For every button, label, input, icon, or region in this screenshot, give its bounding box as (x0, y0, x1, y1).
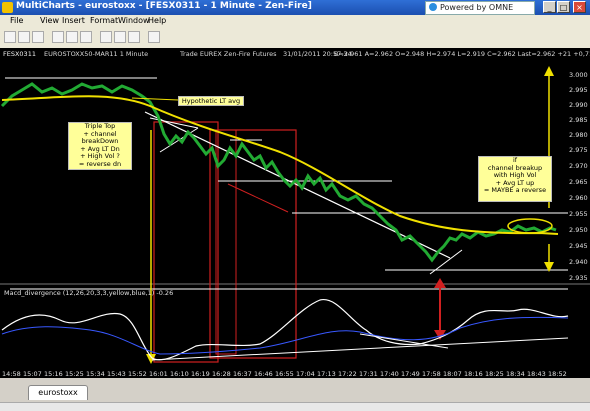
red-box-1 (153, 121, 219, 363)
tab-eurostoxx[interactable]: eurostoxx (28, 385, 88, 400)
channel-breakup-note: if channel breakup with High Vol + Avg L… (478, 156, 552, 202)
time-tick: 16:19 (191, 370, 210, 378)
title-bar: MultiCharts - eurostoxx - [FESX0311 - 1 … (0, 0, 590, 15)
time-tick: 16:28 (212, 370, 231, 378)
indicator-label: Macd_divergence (12,26,20,3,3,yellow,blu… (4, 289, 174, 297)
red-trend-segment (227, 183, 289, 213)
price-tick: 2.990 (569, 101, 588, 109)
cursor-icon[interactable] (52, 31, 64, 43)
time-tick: 18:07 (443, 370, 462, 378)
menu-view[interactable]: View (40, 16, 59, 25)
yellow-arrow-up (544, 66, 554, 76)
time-tick: 18:52 (548, 370, 567, 378)
menu-window[interactable]: Window (118, 16, 150, 25)
price-tick: 2.980 (569, 131, 588, 139)
indicator-icon[interactable] (148, 31, 160, 43)
window-title: MultiCharts - eurostoxx - [FESX0311 - 1 … (16, 1, 312, 11)
toolbar (0, 28, 590, 49)
chart-svg (0, 66, 590, 364)
price-tick: 3.000 (569, 71, 588, 79)
price-tick: 2.965 (569, 178, 588, 186)
time-tick: 17:04 (296, 370, 315, 378)
menu-insert[interactable]: Insert (62, 16, 85, 25)
price-tick: 2.945 (569, 242, 588, 250)
highlight-ellipse (507, 218, 553, 234)
time-tick: 17:22 (338, 370, 357, 378)
time-tick: 16:01 (149, 370, 168, 378)
triple-top-note: Triple Top + channel breakDown + Avg LT … (68, 122, 132, 170)
time-tick: 17:31 (359, 370, 378, 378)
price-tick: 2.960 (569, 194, 588, 202)
minimize-button[interactable]: _ (543, 1, 556, 13)
time-tick: 15:25 (65, 370, 84, 378)
time-tick: 17:49 (401, 370, 420, 378)
note-line: = MAYBE a reverse (483, 186, 547, 194)
price-tick: 2.970 (569, 162, 588, 170)
time-tick: 15:34 (86, 370, 105, 378)
menu-format[interactable]: Format (90, 16, 118, 25)
hypothetic-pointer (131, 97, 179, 101)
time-tick: 15:07 (23, 370, 42, 378)
note-line: + channel breakDown (81, 129, 119, 145)
time-tick: 15:52 (128, 370, 147, 378)
time-tick: 15:16 (44, 370, 63, 378)
time-tick: 15:43 (107, 370, 126, 378)
omne-logo-icon (429, 3, 437, 11)
trendline-icon[interactable] (100, 31, 112, 43)
time-tick: 17:40 (380, 370, 399, 378)
maximize-button[interactable]: □ (557, 1, 570, 13)
price-tick: 2.950 (569, 226, 588, 234)
divergence-line (151, 337, 569, 361)
save-icon[interactable] (32, 31, 44, 43)
multicharts-logo-icon (2, 2, 13, 13)
menu-help[interactable]: Help (148, 16, 166, 25)
time-tick: 17:58 (422, 370, 441, 378)
note-line: = reverse dn (78, 159, 122, 168)
crosshair-icon[interactable] (66, 31, 78, 43)
price-tick: 2.940 (569, 258, 588, 266)
signal-line (1, 316, 569, 355)
time-tick: 14:58 (2, 370, 21, 378)
omne-brand: Powered by OMNE (425, 1, 535, 15)
zoom-icon[interactable] (80, 31, 92, 43)
time-tick: 18:43 (527, 370, 546, 378)
omne-brand-text: Powered by OMNE (440, 3, 514, 12)
price-tick: 2.975 (569, 146, 588, 154)
time-tick: 18:16 (464, 370, 483, 378)
menu-bar: File View Insert Format Window Help (0, 15, 590, 28)
text-tool-icon[interactable] (114, 31, 126, 43)
time-tick: 18:34 (506, 370, 525, 378)
hypothetic-avg-note: Hypothetic LT avg (178, 96, 244, 106)
time-tick: 18:25 (485, 370, 504, 378)
price-series (0, 82, 557, 263)
new-icon[interactable] (4, 31, 16, 43)
open-icon[interactable] (18, 31, 30, 43)
menu-file[interactable]: File (10, 16, 23, 25)
time-tick: 16:46 (254, 370, 273, 378)
rectangle-tool-icon[interactable] (128, 31, 140, 43)
divergence-line-2 (359, 333, 449, 349)
close-button[interactable]: × (573, 1, 586, 13)
time-tick: 16:10 (170, 370, 189, 378)
time-tick: 16:37 (233, 370, 252, 378)
price-tick: 2.985 (569, 116, 588, 124)
price-tick: 2.935 (569, 274, 588, 282)
time-tick: 16:55 (275, 370, 294, 378)
red-arrow-up (434, 278, 446, 288)
price-tick: 2.955 (569, 210, 588, 218)
time-tick: 17:13 (317, 370, 336, 378)
price-tick: 2.995 (569, 86, 588, 94)
